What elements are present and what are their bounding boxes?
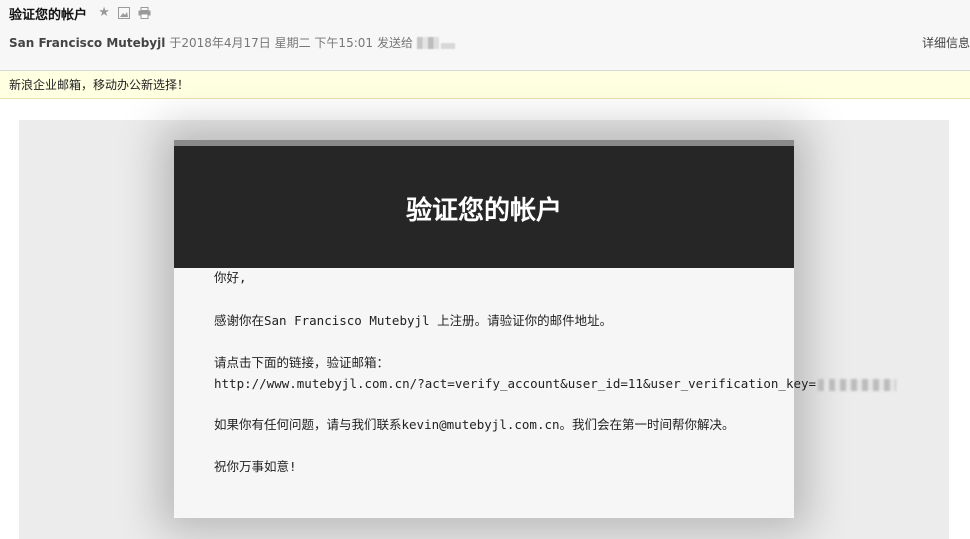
details-link[interactable]: 详细信息 (922, 34, 970, 51)
verification-key-redacted (818, 378, 897, 391)
email-subject: 验证您的帐户 (9, 7, 88, 23)
email-body: 验证您的帐户 你好, 感谢你在San Francisco Mutebyjl 上注… (19, 120, 949, 539)
recipient-redacted (417, 36, 440, 49)
closing-line: 祝你万事如意! (214, 459, 297, 474)
card-title: 验证您的帐户 (405, 195, 562, 226)
verification-link[interactable]: http://www.mutebyjl.com.cn/?act=verify_a… (214, 376, 816, 391)
thanks-line: 感谢你在San Francisco Mutebyjl 上注册。请验证你的邮件地址… (214, 313, 613, 328)
sent-date: 于2018年4月17日 星期二 下午15:01 (169, 36, 374, 50)
contact-line: 如果你有任何问题，请与我们联系kevin@mutebyjl.com.cn。我们会… (214, 417, 735, 432)
greeting: 你好, (214, 270, 247, 285)
subject-row: 验证您的帐户 ★ (9, 4, 151, 23)
verification-link-row: http://www.mutebyjl.com.cn/?act=verify_a… (214, 374, 897, 394)
email-card: 验证您的帐户 你好, 感谢你在San Francisco Mutebyjl 上注… (174, 140, 897, 518)
star-icon[interactable]: ★ (97, 6, 111, 20)
promo-banner[interactable]: 新浪企业邮箱，移动办公新选择！ (0, 71, 970, 99)
sender-name[interactable]: San Francisco Mutebyjl (9, 36, 165, 50)
send-to-label: 发送给 (377, 36, 414, 50)
header-actions: ★ (97, 6, 151, 20)
recipient-redacted-tail (441, 42, 456, 49)
email-meta: San Francisco Mutebyjl 于2018年4月17日 星期二 下… (9, 34, 456, 51)
email-header: 验证您的帐户 ★ San Francisco Mutebyjl 于2018年4月… (0, 0, 970, 71)
print-icon[interactable] (137, 6, 151, 20)
image-icon[interactable] (117, 6, 131, 20)
card-header: 验证您的帐户 (174, 146, 794, 268)
click-instruction: 请点击下面的链接，验证邮箱： (214, 355, 390, 370)
